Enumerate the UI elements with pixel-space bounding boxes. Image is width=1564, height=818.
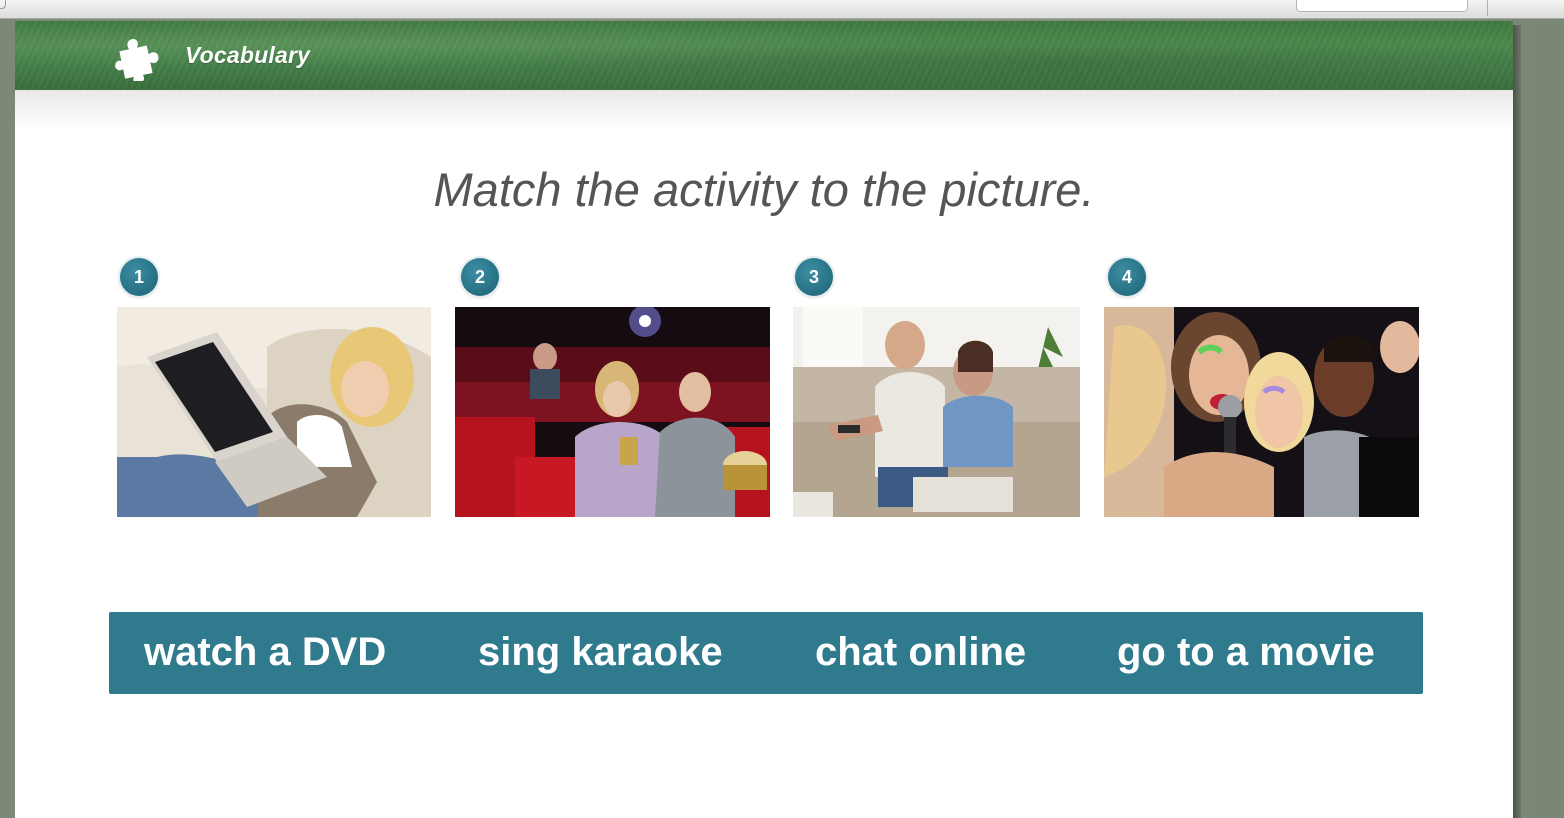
picture-number-badge: 2 (461, 258, 499, 296)
instruction-text: Match the activity to the picture. (433, 163, 1095, 216)
picture-number-badge: 3 (795, 258, 833, 296)
sofa-photo-image (793, 307, 1080, 517)
picture-number-badge: 1 (120, 258, 158, 296)
laptop-photo-image (117, 307, 431, 517)
word-bank-option[interactable]: go to a movie (1117, 630, 1375, 675)
banner-shadow (15, 90, 1513, 130)
word-bank-option[interactable]: chat online (815, 630, 1026, 675)
browser-toolbar (0, 0, 1564, 19)
word-bank-option[interactable]: watch a DVD (144, 630, 386, 675)
toolbar-divider (1487, 0, 1488, 16)
photo-couple-on-sofa[interactable] (793, 307, 1080, 517)
photo-woman-with-laptop[interactable] (117, 307, 431, 517)
section-banner: Vocabulary (15, 21, 1513, 90)
window-corner (0, 0, 6, 9)
word-bank: watch a DVD sing karaoke chat online go … (109, 612, 1423, 694)
picture-number-badge: 4 (1108, 258, 1146, 296)
browser-search-field[interactable] (1296, 0, 1468, 12)
photo-friends-singing-karaoke[interactable] (1104, 307, 1419, 517)
section-title: Vocabulary (185, 42, 311, 68)
slide: Vocabulary Match the activity to the pic… (15, 21, 1513, 818)
photo-couple-in-cinema[interactable] (455, 307, 770, 517)
word-bank-option[interactable]: sing karaoke (478, 630, 723, 675)
cinema-photo-image (455, 307, 770, 517)
slide-edge-shadow (1513, 25, 1521, 818)
karaoke-photo-image (1104, 307, 1419, 517)
puzzle-piece-icon (115, 39, 159, 81)
